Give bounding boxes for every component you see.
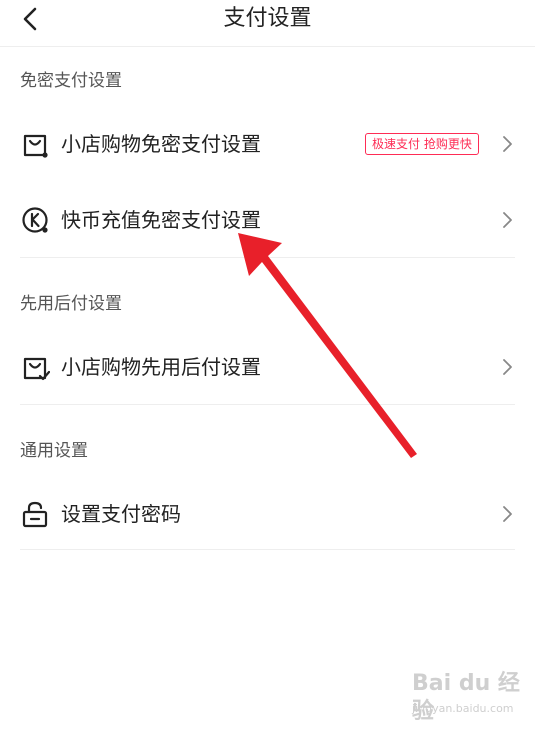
section-divider [20, 549, 515, 550]
set-pay-password-row[interactable]: 设置支付密码 [0, 484, 535, 544]
shopping-bag-check-icon [23, 357, 50, 381]
shop-pay-later-row[interactable]: 小店购物先用后付设置 [0, 337, 535, 397]
set-pay-password-label: 设置支付密码 [61, 502, 181, 526]
lock-icon [22, 501, 48, 528]
shop-no-password-label: 小店购物免密支付设置 [61, 132, 261, 156]
watermark: Bai du 经验 jingyan.baidu.com [412, 670, 522, 724]
section-title-no-password: 免密支付设置 [20, 71, 122, 91]
speed-pay-badge: 极速支付 抢购更快 [365, 133, 479, 155]
coin-no-password-label: 快币充值免密支付设置 [61, 208, 261, 232]
watermark-url: jingyan.baidu.com [412, 702, 514, 715]
section-divider [20, 404, 515, 405]
shop-no-password-row[interactable]: 小店购物免密支付设置 极速支付 抢购更快 [0, 114, 535, 174]
section-divider [20, 257, 515, 258]
chevron-right-icon [503, 212, 512, 228]
shop-pay-later-label: 小店购物先用后付设置 [61, 355, 261, 379]
page-title: 支付设置 [223, 6, 312, 31]
chevron-right-icon [503, 506, 512, 522]
shopping-bag-icon [23, 134, 48, 158]
coin-icon [22, 207, 48, 233]
section-title-general: 通用设置 [20, 441, 88, 461]
nav-bar: 支付设置 [0, 0, 535, 47]
watermark-logo-text: Bai du 经验 [412, 671, 520, 724]
chevron-right-icon [503, 359, 512, 375]
section-title-pay-later: 先用后付设置 [20, 294, 122, 314]
chevron-right-icon [503, 136, 512, 152]
coin-no-password-row[interactable]: 快币充值免密支付设置 [0, 190, 535, 250]
